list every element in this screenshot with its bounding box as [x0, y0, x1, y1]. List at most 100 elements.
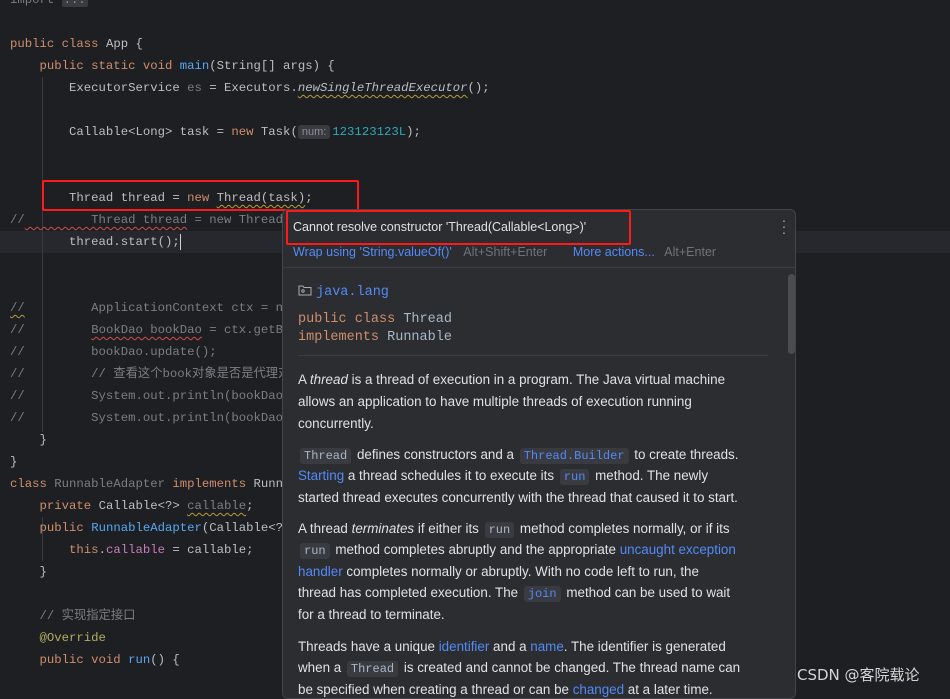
code-line[interactable]: private Callable<?> callable;	[10, 495, 254, 517]
doc-text-line: when a Thread is created and cannot be c…	[298, 657, 740, 678]
doc-link[interactable]: name	[530, 639, 564, 654]
code-line[interactable]: }	[10, 429, 47, 451]
code-line[interactable]: public void run() {	[10, 649, 180, 671]
code-token: }	[10, 433, 47, 447]
code-line[interactable]: }	[10, 451, 17, 473]
code-token: //	[10, 323, 92, 337]
doc-text: A	[298, 372, 310, 387]
code-token: Thread thread	[24, 213, 188, 227]
code-token: this	[10, 543, 99, 557]
doc-text: . The identifier is generated	[563, 639, 726, 654]
doc-text: allows an application to have multiple t…	[298, 394, 692, 409]
code-token: // 实现指定接口	[10, 609, 136, 623]
code-line[interactable]: ExecutorService es = Executors.newSingle…	[10, 77, 490, 99]
package-folder-icon	[298, 285, 312, 296]
code-token: 123123123L	[332, 125, 407, 139]
code-token: BookDao bookDao	[91, 323, 202, 337]
doc-text: for a thread to terminate.	[298, 607, 445, 622]
code-token: = callable;	[165, 543, 254, 557]
code-line[interactable]: // System.out.println(bookDao);	[10, 385, 298, 407]
text-caret	[179, 233, 182, 250]
divider	[298, 355, 768, 356]
code-token: .	[98, 543, 106, 557]
code-token: implements	[172, 477, 254, 491]
code-token: RunnableAdapter	[91, 521, 202, 535]
code-token: }	[10, 565, 47, 579]
code-token: public	[10, 521, 92, 535]
doc-link[interactable]: run	[559, 469, 590, 485]
package-label[interactable]: java.lang	[298, 284, 389, 300]
code-token: Callable<Long> task =	[10, 125, 232, 139]
doc-link[interactable]: Starting	[298, 468, 344, 483]
action-shortcut: Alt+Shift+Enter	[463, 245, 548, 259]
doc-text-line: allows an application to have multiple t…	[298, 391, 692, 412]
wrap-string-valueof-action[interactable]: Wrap using 'String.valueOf()'	[293, 245, 452, 259]
code-line[interactable]: import ...	[10, 0, 88, 11]
code-line[interactable]: this.callable = callable;	[10, 539, 254, 561]
code-token: es	[187, 81, 202, 95]
doc-code: Thread	[300, 448, 352, 464]
code-line[interactable]: public static void main(String[] args) {	[10, 55, 335, 77]
code-line[interactable]: // 实现指定接口	[10, 605, 136, 627]
code-token: ();	[467, 81, 490, 95]
code-token: ;	[246, 499, 254, 513]
doc-scrollbar[interactable]	[788, 274, 795, 354]
doc-text: concurrently.	[298, 416, 374, 431]
doc-text: a thread schedules it to execute its	[344, 468, 558, 483]
code-token: //	[10, 213, 25, 227]
more-vertical-icon[interactable]: · · ·	[781, 213, 787, 239]
code-token: RunnableAdapter	[54, 477, 173, 491]
doc-link[interactable]: changed	[573, 682, 624, 697]
doc-text-line: be specified when creating a thread or c…	[298, 679, 713, 698]
doc-text-line: A thread is a thread of execution in a p…	[298, 369, 725, 390]
doc-text: terminates	[351, 521, 415, 536]
package-name: java.lang	[316, 285, 389, 300]
doc-text: started thread executes concurrently wit…	[298, 490, 738, 505]
code-token: public static void	[10, 59, 180, 73]
code-line[interactable]: Callable<Long> task = new Task(num: 12312…	[10, 121, 421, 143]
doc-text: completes normally or abruptly. With no …	[342, 564, 699, 579]
doc-text: if either its	[414, 521, 483, 536]
doc-link[interactable]: uncaught exception	[620, 542, 736, 557]
code-token: private	[10, 499, 99, 513]
doc-link[interactable]: join	[523, 586, 561, 602]
code-token: );	[406, 125, 421, 139]
error-tooltip-popup: Cannot resolve constructor 'Thread(Calla…	[282, 209, 796, 699]
doc-link[interactable]: handler	[298, 564, 343, 579]
more-actions-link[interactable]: More actions...	[573, 245, 655, 259]
code-token: newSingleThreadExecutor	[297, 81, 468, 95]
doc-text: method completes normally, or if its	[516, 521, 730, 536]
doc-code: run	[300, 543, 330, 559]
doc-code: Thread	[346, 661, 399, 677]
code-line[interactable]: thread.start();	[10, 231, 182, 253]
code-line[interactable]: // // 查看这个book对象是否是代理对象	[10, 363, 303, 385]
decl-keyword: implements	[298, 330, 388, 345]
code-line[interactable]: public class App {	[10, 33, 143, 55]
code-token: callable	[187, 499, 247, 513]
decl-keyword: public class	[298, 312, 404, 327]
doc-text: and a	[489, 639, 531, 654]
code-token: (String[] args) {	[209, 59, 335, 73]
doc-text: defines constructors and a	[353, 447, 518, 462]
doc-text-line: started thread executes concurrently wit…	[298, 487, 738, 508]
code-token: callable	[105, 543, 165, 557]
doc-text: A thread	[298, 521, 352, 536]
doc-text: when a	[298, 660, 345, 675]
doc-link[interactable]: Thread.Builder	[519, 448, 629, 464]
code-line[interactable]: @Override	[10, 627, 106, 649]
doc-link[interactable]: identifier	[439, 639, 490, 654]
decl-interface-name: Runnable	[387, 330, 452, 345]
doc-text: at a later time.	[624, 682, 713, 697]
code-token: ExecutorService	[10, 81, 188, 95]
code-token: new	[231, 125, 261, 139]
code-line[interactable]: }	[10, 561, 47, 583]
code-token: () {	[150, 653, 180, 667]
doc-text-line: handler completes normally or abruptly. …	[298, 561, 699, 582]
code-line[interactable]: class RunnableAdapter implements Runnabl…	[10, 473, 327, 495]
code-token: //	[10, 301, 25, 315]
code-token: main	[179, 59, 210, 73]
doc-text-line: Starting a thread schedules it to execut…	[298, 465, 708, 486]
code-token: @Override	[10, 631, 106, 645]
implements-declaration: implements Runnable	[298, 330, 452, 345]
code-line[interactable]: // bookDao.update();	[10, 341, 217, 363]
